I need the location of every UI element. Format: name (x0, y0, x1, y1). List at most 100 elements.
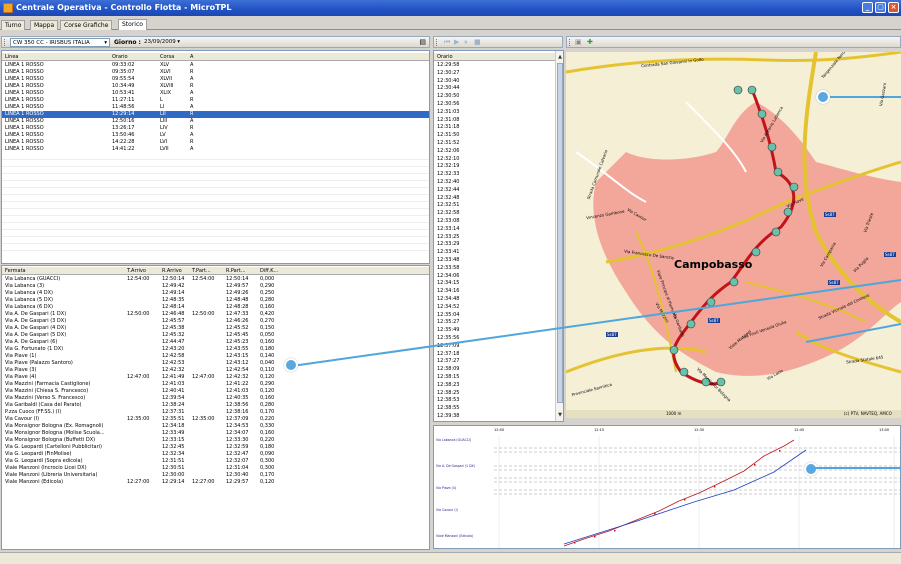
toolbar-grip[interactable] (569, 39, 571, 46)
time-row[interactable]: 12:31:08 (434, 117, 555, 124)
toolbar-grip[interactable] (436, 39, 438, 46)
stop-row[interactable]: Viale Manzoni (Edicola) 12:27:00 12:29:14 1… (2, 479, 429, 486)
stop-row[interactable]: Via Monsignor Bologna (Buffetti DX) 12:33… (2, 437, 429, 444)
time-row[interactable]: 12:34:48 (434, 296, 555, 303)
trip-row[interactable]: LINEA 1 ROSSO 10:53:41 XLIX A (2, 90, 429, 97)
time-row[interactable]: 12:30:44 (434, 85, 555, 92)
scroll-thumb[interactable] (557, 63, 563, 403)
time-row[interactable]: 12:30:56 (434, 101, 555, 108)
col-corsa[interactable]: Corsa (160, 54, 174, 60)
tab-storico[interactable]: Storico (118, 19, 147, 30)
minimize-button[interactable]: _ (862, 2, 873, 13)
stop-icon[interactable]: ■ (474, 38, 481, 46)
col-r-partenza[interactable]: R.Part... (226, 268, 246, 274)
stop-row[interactable]: Via Labanca (GUACCI) 12:54:00 12:50:14 12:5… (2, 276, 429, 283)
stop-row[interactable]: Via Piave (3) 12:42:32 12:42:54 0,110 (2, 367, 429, 374)
time-row[interactable]: 12:30:40 (434, 78, 555, 85)
time-row[interactable]: 12:33:25 (434, 234, 555, 241)
col-orario[interactable]: Orario (112, 54, 128, 60)
col-fermata[interactable]: Fermata (5, 268, 26, 274)
maximize-button[interactable]: ▢ (875, 2, 886, 13)
stop-row[interactable]: Via A. De Gaspari (1 DX) 12:50:00 12:46:48… (2, 311, 429, 318)
col-time[interactable]: Orario (437, 54, 453, 60)
stop-row[interactable]: Via Labanca (4 DX) 12:49:14 12:49:26 0,250 (2, 290, 429, 297)
time-row[interactable]: 12:35:27 (434, 319, 555, 326)
stop-row[interactable]: Via Monsignor Bologna (Ex. Romagnoli) 12:… (2, 423, 429, 430)
time-row[interactable]: 12:34:15 (434, 280, 555, 287)
tab-corse-grafiche[interactable]: Corse Grafiche (60, 20, 113, 30)
toolbar-options-icon[interactable]: ▤ (419, 38, 426, 46)
col-linea[interactable]: Linea (5, 54, 18, 60)
time-row[interactable]: 12:38:25 (434, 390, 555, 397)
time-row[interactable]: 12:32:33 (434, 171, 555, 178)
time-row[interactable]: 12:31:50 (434, 132, 555, 139)
stop-row[interactable]: Viale Manzoni (Libreria Universitaria) 12… (2, 472, 429, 479)
time-scrollbar[interactable]: ▲ ▼ (555, 51, 563, 421)
trip-row[interactable]: LINEA 1 ROSSO 14:22:28 LVI R (2, 139, 429, 146)
scroll-down-icon[interactable]: ▼ (556, 411, 564, 419)
stop-row[interactable]: Via Labanca (5 DX) 12:48:35 12:48:48 0,280 (2, 297, 429, 304)
time-row[interactable]: 12:34:16 (434, 288, 555, 295)
col-t-arrivo[interactable]: T.Arrivo (127, 268, 146, 274)
stop-row[interactable]: Viale Manzoni (Incrocio Licei DX) 12:30:5… (2, 465, 429, 472)
stop-row[interactable]: Via Labanca (6 DX) 12:48:14 12:48:28 0,160 (2, 304, 429, 311)
time-row[interactable]: 12:35:49 (434, 327, 555, 334)
stop-row[interactable]: Via Garibaldi (Casa del Parato) 12:38:24 1… (2, 402, 429, 409)
stop-row[interactable]: Via G. Fortunato (1 DX) 12:43:20 12:43:55 0… (2, 346, 429, 353)
stop-row[interactable]: Via Piave (Palazzo Santoro) 12:42:53 12:43… (2, 360, 429, 367)
tab-mappa[interactable]: Mappa (30, 20, 59, 30)
map-layer-icon[interactable]: ✚ (587, 38, 593, 46)
play-icon[interactable]: ▶ (454, 38, 459, 46)
stop-row[interactable]: P.zza Cuoco (FF.SS.) (I) 12:37:31 12:38:16… (2, 409, 429, 416)
stop-row[interactable]: Via A. De Gaspari (4 DX) 12:45:38 12:45:52… (2, 325, 429, 332)
time-row[interactable]: 12:38:15 (434, 374, 555, 381)
time-row[interactable]: 12:29:58 (434, 62, 555, 69)
stop-row[interactable]: Via A. De Gaspari (6) 12:44:47 12:45:23 0,1… (2, 339, 429, 346)
time-row[interactable]: 12:34:52 (434, 304, 555, 311)
time-row[interactable]: 12:32:19 (434, 163, 555, 170)
close-button[interactable]: × (888, 2, 899, 13)
stop-row[interactable]: Via Mazzini (Verso S. Francesco) 12:39:54… (2, 395, 429, 402)
map-tool-icon[interactable]: ▣ (575, 38, 582, 46)
day-select[interactable]: 23/09/2009 ▾ (142, 38, 180, 47)
stop-row[interactable]: Via Piave (1) 12:42:58 12:43:15 0,140 (2, 353, 429, 360)
time-row[interactable]: 12:33:58 (434, 265, 555, 272)
stop-row[interactable]: Via Mazzini (Chiesa S. Francesco) 12:40:4… (2, 388, 429, 395)
trip-row[interactable]: LINEA 1 ROSSO 12:29:14 LII R (2, 111, 429, 118)
stop-row[interactable]: Via Mazzini (Farmacia Castiglione) 12:41:… (2, 381, 429, 388)
stop-row[interactable]: Via Monsignor Bologna (Molise Scuola... 1… (2, 430, 429, 437)
time-row[interactable]: 12:31:18 (434, 124, 555, 131)
rewind-icon[interactable]: ⏮ (444, 38, 450, 47)
stop-row[interactable]: Via A. De Gaspari (5 DX) 12:45:32 12:45:45… (2, 332, 429, 339)
time-row[interactable]: 12:31:52 (434, 140, 555, 147)
col-t-partenza[interactable]: T.Part... (192, 268, 211, 274)
stop-row[interactable]: Via G. Leopardi (FinMolise) 12:32:34 12:32… (2, 451, 429, 458)
time-row[interactable]: 12:39:38 (434, 413, 555, 420)
map-view[interactable]: Campobasso Contrada San Giovanni in Golf… (566, 52, 901, 418)
time-row[interactable]: 12:37:09 (434, 343, 555, 350)
time-row[interactable]: 12:32:44 (434, 187, 555, 194)
time-row[interactable]: 12:38:55 (434, 405, 555, 412)
time-row[interactable]: 12:32:51 (434, 202, 555, 209)
time-row[interactable]: 12:33:08 (434, 218, 555, 225)
time-row[interactable]: 12:37:18 (434, 351, 555, 358)
pause-icon[interactable]: ⏸ (464, 38, 468, 47)
col-a[interactable]: A (190, 54, 193, 60)
time-row[interactable]: 12:33:41 (434, 249, 555, 256)
time-row[interactable]: 12:33:48 (434, 257, 555, 264)
scroll-up-icon[interactable]: ▲ (556, 53, 564, 61)
stop-row[interactable]: Via Labanca (3) 12:49:42 12:49:57 0,290 (2, 283, 429, 290)
time-row[interactable]: 12:32:40 (434, 179, 555, 186)
time-row[interactable]: 12:37:27 (434, 358, 555, 365)
toolbar-grip[interactable] (4, 39, 6, 46)
stop-row[interactable]: Via G. Leopardi (Sopra edicola) 12:31:51 1… (2, 458, 429, 465)
stop-row[interactable]: Via A. De Gaspari (3 DX) 12:45:57 12:46:26… (2, 318, 429, 325)
col-r-arrivo[interactable]: R.Arrivo (162, 268, 182, 274)
time-row[interactable]: 12:34:06 (434, 273, 555, 280)
time-row[interactable]: 12:31:03 (434, 109, 555, 116)
time-row[interactable]: 12:35:56 (434, 335, 555, 342)
time-row[interactable]: 12:32:06 (434, 148, 555, 155)
time-row[interactable]: 12:32:58 (434, 210, 555, 217)
trip-row[interactable]: LINEA 1 ROSSO 10:34:49 XLVIII R (2, 83, 429, 90)
time-row[interactable]: 12:38:09 (434, 366, 555, 373)
